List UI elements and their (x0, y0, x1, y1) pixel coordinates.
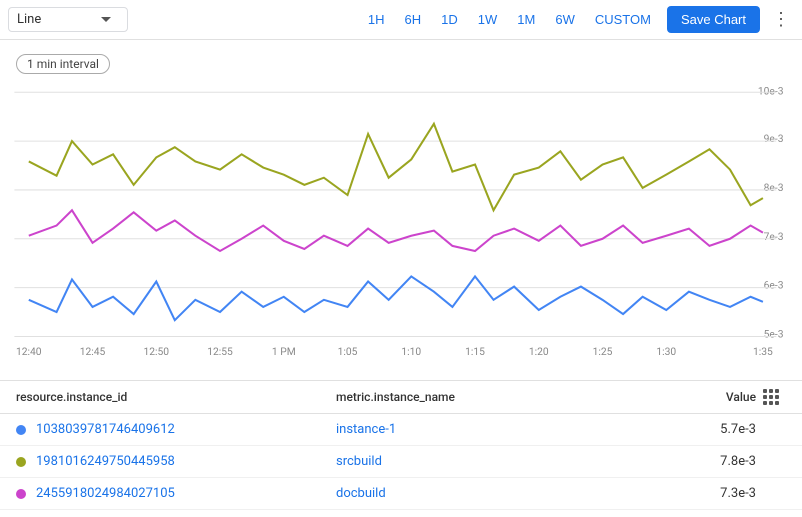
table-row: 1981016249750445958 srcbuild 7.8e-3 (0, 446, 802, 478)
time-btn-1d[interactable]: 1D (433, 8, 466, 31)
x-label-110: 1:10 (401, 347, 421, 358)
instance-id-cell: 1038039781746409612 (16, 422, 336, 437)
value-cell-1: 5.7e-3 (676, 422, 756, 437)
col-header-instance-id: resource.instance_id (16, 390, 336, 404)
y-label-8e3: 8e-3 (764, 183, 784, 194)
blue-line (29, 276, 763, 320)
table-row: 1038039781746409612 instance-1 5.7e-3 (0, 414, 802, 446)
time-btn-1w[interactable]: 1W (470, 8, 506, 31)
instance-id-link-3[interactable]: 2455918024984027105 (36, 486, 175, 501)
time-btn-1h[interactable]: 1H (360, 8, 393, 31)
y-label-7e3: 7e-3 (764, 232, 784, 243)
table-row: 2455918024984027105 docbuild 7.3e-3 (0, 478, 802, 510)
x-label-1pm: 1 PM (272, 347, 296, 358)
save-chart-button[interactable]: Save Chart (667, 6, 760, 33)
time-ranges: 1H 6H 1D 1W 1M 6W CUSTOM (360, 8, 659, 31)
time-btn-1m[interactable]: 1M (509, 8, 543, 31)
chart-type-dropdown[interactable]: Line (8, 7, 128, 32)
x-label-130: 1:30 (656, 347, 676, 358)
col-header-metric-name: metric.instance_name (336, 390, 676, 404)
x-label-115: 1:15 (465, 347, 485, 358)
x-label-105: 1:05 (338, 347, 358, 358)
x-label-1250: 12:50 (143, 347, 169, 358)
toolbar: Line 1H 6H 1D 1W 1M 6W CUSTOM Save Chart… (0, 0, 802, 40)
column-settings-icon[interactable] (763, 389, 779, 405)
value-cell-3: 7.3e-3 (676, 486, 756, 501)
metric-name-cell-3: docbuild (336, 486, 676, 501)
y-label-9e3: 9e-3 (764, 134, 784, 145)
more-options-icon[interactable]: ⋮ (768, 5, 794, 34)
x-label-1240: 12:40 (16, 347, 42, 358)
dot-blue (16, 425, 26, 435)
chart-container: 1 min interval 10e-3 9e-3 8e-3 7e-3 6e-3… (0, 40, 802, 380)
col-header-value: Value (676, 390, 756, 404)
x-label-135: 1:35 (753, 347, 773, 358)
chart-area: 10e-3 9e-3 8e-3 7e-3 6e-3 5e-3 12:40 12:… (0, 78, 802, 368)
instance-id-cell: 1981016249750445958 (16, 454, 336, 469)
chevron-down-icon (101, 17, 111, 22)
value-cell-2: 7.8e-3 (676, 454, 756, 469)
time-btn-custom[interactable]: CUSTOM (587, 8, 659, 31)
instance-id-cell: 2455918024984027105 (16, 486, 336, 501)
instance-id-link-1[interactable]: 1038039781746409612 (36, 422, 175, 437)
x-label-1245: 12:45 (80, 347, 106, 358)
instance-id-link-2[interactable]: 1981016249750445958 (36, 454, 175, 469)
x-label-125: 1:25 (593, 347, 613, 358)
x-label-1255: 12:55 (207, 347, 233, 358)
time-btn-6h[interactable]: 6H (397, 8, 430, 31)
metric-name-cell-1: instance-1 (336, 422, 676, 437)
dot-olive (16, 457, 26, 467)
time-btn-6w[interactable]: 6W (547, 8, 583, 31)
y-label-5e3: 5e-3 (764, 330, 784, 341)
table-header: resource.instance_id metric.instance_nam… (0, 381, 802, 414)
interval-badge: 1 min interval (16, 54, 110, 74)
data-table: resource.instance_id metric.instance_nam… (0, 380, 802, 510)
dot-purple (16, 489, 26, 499)
chart-svg: 10e-3 9e-3 8e-3 7e-3 6e-3 5e-3 12:40 12:… (0, 78, 802, 368)
x-label-120: 1:20 (529, 347, 549, 358)
purple-line (29, 210, 763, 251)
olive-line (29, 124, 763, 210)
y-label-6e3: 6e-3 (764, 281, 784, 292)
chart-type-label: Line (17, 12, 41, 27)
metric-name-cell-2: srcbuild (336, 454, 676, 469)
